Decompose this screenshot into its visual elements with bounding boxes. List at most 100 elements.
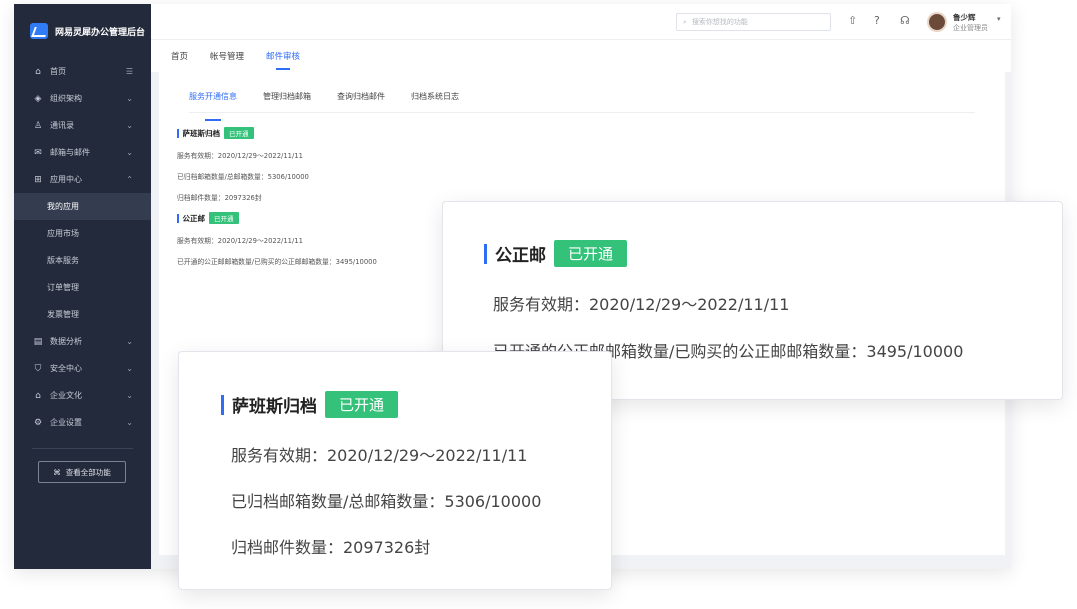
chart-icon: ▤ [33, 336, 43, 347]
sidebar-item-label: 通讯录 [50, 121, 74, 130]
grid-icon: ⌘ [53, 467, 61, 477]
title-bar [177, 213, 179, 223]
notary-validity: 服务有效期：2020/12/29～2022/11/11 [177, 237, 303, 245]
archive-mailbox-count: 已归档邮箱数量/总邮箱数量：5306/10000 [231, 492, 542, 511]
chevron-up-icon: ⌃ [126, 175, 133, 184]
notary-title: 公正邮 [495, 246, 546, 266]
subtab-archive-log[interactable]: 归档系统日志 [411, 91, 459, 112]
archive-validity: 服务有效期：2020/12/29～2022/11/11 [177, 152, 303, 160]
sidebar-item-label: 发票管理 [47, 310, 79, 319]
all-functions-button[interactable]: ⌘ 查看全部功能 [38, 461, 126, 483]
sidebar-item-mail[interactable]: ✉ 邮箱与邮件 ⌄ [14, 139, 151, 166]
status-badge: 已开通 [554, 240, 628, 267]
status-badge: 已开通 [209, 212, 239, 224]
apps-icon: ⊞ [34, 174, 42, 185]
sidebar-item-label: 版本服务 [47, 256, 79, 265]
sidebar-item-culture[interactable]: ⌂ 企业文化 ⌄ [14, 382, 151, 409]
settings-icon: ⚙ [33, 417, 43, 428]
sub-tabs: 服务开通信息 管理归档邮箱 查询归档邮件 归档系统日志 [189, 91, 975, 113]
sidebar-item-label: 应用中心 [50, 175, 82, 184]
sidebar-item-label: 安全中心 [50, 364, 82, 373]
archive-title: 萨班斯归档 [182, 128, 221, 138]
archive-mailbox-count: 已归档邮箱数量/总邮箱数量：5306/10000 [177, 173, 309, 181]
sidebar-divider [32, 448, 133, 449]
sidebar-item-apps[interactable]: ⊞ 应用中心 ⌃ [14, 166, 151, 193]
topbar: ⌕ 搜索你想找的功能 ⇧ ? ☊ 鲁少辉 企业管理员 ▾ [151, 4, 1011, 40]
tab-accounts[interactable]: 帐号管理 [210, 50, 244, 62]
sidebar-item-label: 首页 [50, 67, 66, 76]
sidebar-item-version[interactable]: 版本服务 [14, 247, 151, 274]
archive-validity: 服务有效期：2020/12/29～2022/11/11 [231, 446, 528, 465]
sidebar-item-contacts[interactable]: ♙ 通讯录 ⌄ [14, 112, 151, 139]
archive-zoom-card: 萨班斯归档 已开通 服务有效期：2020/12/29～2022/11/11 已归… [178, 351, 612, 590]
logo-icon [30, 23, 48, 39]
archive-mail-count: 归档邮件数量：2097326封 [177, 194, 262, 202]
notary-section: 公正邮 已开通 服务有效期：2020/12/29～2022/11/11 已开通的… [177, 212, 377, 266]
help-icon[interactable]: ? [874, 14, 880, 27]
sidebar-item-home[interactable]: ⌂ 首页 ☰ [14, 58, 151, 85]
mail-icon: ✉ [34, 147, 42, 158]
sidebar-item-label: 应用市场 [47, 229, 79, 238]
page-tabs: 首页 帐号管理 邮件审核 [151, 40, 1011, 72]
sidebar-item-label: 数据分析 [50, 337, 82, 346]
org-icon: ◈ [34, 93, 42, 104]
sidebar-item-app-market[interactable]: 应用市场 [14, 220, 151, 247]
culture-icon: ⌂ [35, 390, 41, 401]
sidebar-item-label: 组织架构 [50, 94, 82, 103]
title-bar [484, 243, 487, 264]
sidebar-item-org[interactable]: ◈ 组织架构 ⌄ [14, 85, 151, 112]
archive-title: 萨班斯归档 [232, 397, 317, 417]
archive-section: 萨班斯归档 已开通 服务有效期：2020/12/29～2022/11/11 已归… [177, 127, 309, 202]
sidebar-item-invoices[interactable]: 发票管理 [14, 301, 151, 328]
sidebar-item-orders[interactable]: 订单管理 [14, 274, 151, 301]
chevron-down-icon: ⌄ [126, 121, 133, 130]
title-bar [221, 394, 224, 415]
subtab-service-info[interactable]: 服务开通信息 [189, 91, 237, 112]
chevron-down-icon: ⌄ [126, 391, 133, 400]
chevron-down-icon: ⌄ [126, 418, 133, 427]
card-title: 萨班斯归档 已开通 [221, 391, 399, 418]
sidebar-nav: ⌂ 首页 ☰ ◈ 组织架构 ⌄ ♙ 通讯录 ⌄ ✉ 邮箱与邮件 ⌄ ⊞ 应用中心 [14, 58, 151, 436]
subtab-query-archive[interactable]: 查询归档邮件 [337, 91, 385, 112]
notary-mailbox-count: 已开通的公正邮邮箱数量/已购买的公正邮邮箱数量：3495/10000 [177, 258, 377, 266]
user-name[interactable]: 鲁少辉 [953, 12, 976, 23]
section-title: 公正邮 已开通 [177, 212, 377, 224]
chevron-down-icon: ⌄ [126, 148, 133, 157]
subtab-manage-archive[interactable]: 管理归档邮箱 [263, 91, 311, 112]
home-icon: ⌂ [35, 66, 41, 77]
section-title: 萨班斯归档 已开通 [177, 127, 309, 139]
sidebar-item-label: 企业文化 [50, 391, 82, 400]
sidebar-item-label: 订单管理 [47, 283, 79, 292]
notary-validity: 服务有效期：2020/12/29～2022/11/11 [493, 295, 790, 314]
search-input[interactable]: ⌕ 搜索你想找的功能 [676, 13, 831, 31]
search-placeholder: 搜索你想找的功能 [691, 18, 748, 26]
status-badge: 已开通 [224, 127, 254, 139]
all-functions-label: 查看全部功能 [65, 467, 111, 477]
sidebar-item-analytics[interactable]: ▤ 数据分析 ⌄ [14, 328, 151, 355]
status-badge: 已开通 [325, 391, 399, 418]
chevron-down-icon: ⌄ [126, 94, 133, 103]
brand[interactable]: 网易灵犀办公管理后台 [14, 4, 151, 58]
notary-title: 公正邮 [182, 213, 206, 223]
sidebar: 网易灵犀办公管理后台 ⌂ 首页 ☰ ◈ 组织架构 ⌄ ♙ 通讯录 ⌄ ✉ 邮箱与… [14, 4, 151, 569]
shield-icon: ⛉ [34, 363, 42, 374]
headset-icon[interactable]: ☊ [900, 14, 910, 27]
avatar[interactable] [927, 12, 947, 32]
card-title: 公正邮 已开通 [484, 240, 628, 267]
sidebar-item-label: 企业设置 [50, 418, 82, 427]
tab-mail-review[interactable]: 邮件审核 [266, 50, 300, 62]
chevron-down-icon: ⌄ [126, 364, 133, 373]
sidebar-item-security[interactable]: ⛉ 安全中心 ⌄ [14, 355, 151, 382]
search-icon: ⌕ [683, 17, 687, 26]
contacts-icon: ♙ [33, 120, 43, 131]
sidebar-item-label: 邮箱与邮件 [50, 148, 90, 157]
sidebar-item-my-apps[interactable]: 我的应用 [14, 193, 151, 220]
caret-down-icon[interactable]: ▾ [997, 15, 1001, 23]
chevron-down-icon: ⌄ [126, 337, 133, 346]
tab-home[interactable]: 首页 [171, 50, 188, 62]
brand-title: 网易灵犀办公管理后台 [55, 27, 146, 38]
sidebar-item-settings[interactable]: ⚙ 企业设置 ⌄ [14, 409, 151, 436]
archive-mail-count: 归档邮件数量：2097326封 [231, 538, 431, 557]
upgrade-icon[interactable]: ⇧ [848, 14, 857, 27]
menu-fold-icon[interactable]: ☰ [126, 67, 133, 76]
